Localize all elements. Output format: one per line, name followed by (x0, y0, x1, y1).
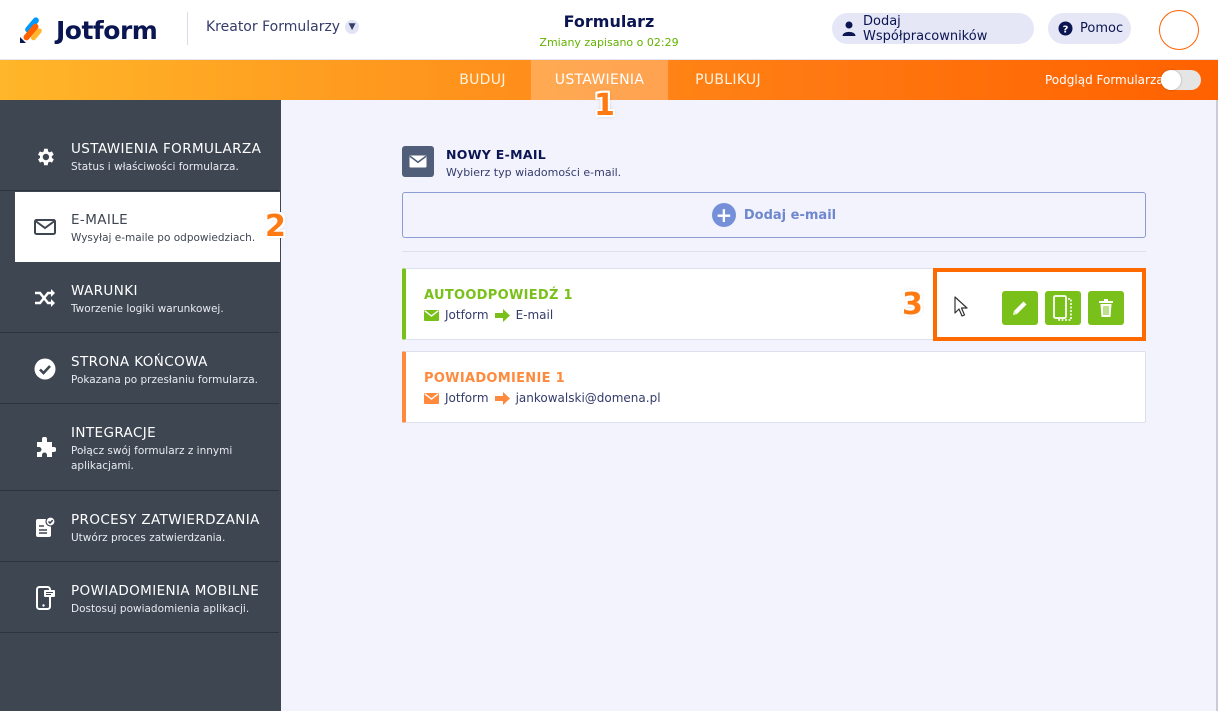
sidebar-item-integrations[interactable]: INTEGRACJE Połącz swój formularz z innym… (0, 405, 279, 491)
new-email-subtitle: Wybierz typ wiadomości e-mail. (446, 166, 622, 179)
chevron-down-icon: ▼ (345, 20, 360, 34)
mobile-notification-icon (33, 586, 57, 610)
sidebar-item-desc: Utwórz proces zatwierdzania. (71, 532, 226, 544)
sidebar-item-desc: Tworzenie logiki warunkowej. (71, 303, 224, 315)
help-button[interactable]: ? Pomoc (1048, 13, 1131, 44)
add-email-label: Dodaj e-mail (743, 207, 837, 223)
email-to: jankowalski@domena.pl (515, 391, 661, 405)
sidebar-item-form-settings[interactable]: USTAWIENIA FORMULARZA Status i właściwoś… (0, 121, 279, 191)
avatar[interactable] (1159, 10, 1199, 50)
step-marker-1: 1 (594, 88, 615, 123)
logo-text: Jotform (56, 15, 158, 45)
sidebar-item-mobile-notifications[interactable]: POWIADOMIENIA MOBILNE Dostosuj powiadomi… (0, 563, 279, 633)
email-card-title: AUTOODPOWIEDŹ 1 (424, 288, 573, 303)
form-title[interactable]: Formularz (459, 12, 759, 31)
pencil-icon (1013, 301, 1027, 315)
add-collaborators-button[interactable]: Dodaj Współpracowników (832, 13, 1034, 44)
shuffle-icon (33, 286, 57, 310)
add-email-button[interactable]: + Dodaj e-mail (402, 192, 1146, 238)
sidebar-item-conditions[interactable]: WARUNKI Tworzenie logiki warunkowej. (0, 263, 279, 333)
toggle-knob (1161, 70, 1181, 90)
sidebar-item-emails[interactable]: E-MAILE Wysyłaj e-maile po odpowiedziach… (15, 192, 280, 262)
user-icon (842, 21, 856, 36)
edit-email-button[interactable] (1002, 291, 1038, 325)
clone-icon (1053, 295, 1072, 321)
email-card-title: POWIADOMIENIE 1 (424, 371, 565, 386)
email-card-notification[interactable]: POWIADOMIENIE 1 Jotform jankowalski@dome… (402, 351, 1146, 423)
sidebar-item-title: PROCESY ZATWIERDZANIA (71, 512, 260, 528)
mouse-cursor-icon (954, 296, 968, 317)
email-route: Jotform E-mail (424, 308, 553, 322)
step-marker-2: 2 (265, 209, 286, 244)
form-preview-toggle[interactable] (1161, 70, 1201, 90)
jotform-logo[interactable]: Jotform (18, 13, 178, 47)
sidebar-item-title: STRONA KOŃCOWA (71, 354, 208, 370)
envelope-icon (424, 309, 439, 321)
form-preview-label: Podgląd Formularza (1045, 73, 1164, 87)
envelope-icon (424, 392, 439, 404)
top-bar: Jotform Kreator Formularzy ▼ Formularz Z… (0, 0, 1218, 60)
question-icon: ? (1058, 21, 1073, 36)
envelope-icon (402, 146, 434, 177)
jotform-logo-icon (20, 17, 42, 43)
email-to: E-mail (515, 308, 554, 322)
saved-status: Zmiany zapisano o 02:29 (539, 36, 679, 49)
header-divider (187, 12, 188, 45)
tab-build[interactable]: BUDUJ (440, 60, 525, 100)
plus-circle-icon: + (711, 203, 736, 227)
tab-publish[interactable]: PUBLIKUJ (676, 60, 780, 100)
builder-menu-dropdown[interactable]: Kreator Formularzy ▼ (206, 19, 360, 35)
email-from: Jotform (445, 308, 489, 322)
form-title-area: Formularz Zmiany zapisano o 02:29 (459, 12, 759, 49)
section-divider (402, 251, 1146, 252)
sidebar-item-desc: Połącz swój formularz z innymi aplikacja… (71, 445, 233, 472)
sidebar-item-title: USTAWIENIA FORMULARZA (71, 141, 262, 157)
sidebar-item-title: E-MAILE (71, 212, 129, 228)
email-from: Jotform (445, 391, 489, 405)
sidebar-item-desc: Wysyłaj e-maile po odpowiedziach. (71, 232, 256, 244)
sidebar-item-desc: Pokazana po przesłaniu formularza. (71, 374, 259, 386)
clone-email-button[interactable] (1045, 291, 1081, 325)
new-email-title: NOWY E-MAIL (446, 147, 547, 162)
approval-doc-icon (33, 515, 57, 539)
puzzle-icon (33, 436, 57, 460)
add-collaborators-label: Dodaj Współpracowników (863, 13, 988, 44)
sidebar-item-desc: Dostosuj powiadomienia aplikacji. (71, 603, 250, 615)
trash-icon (1099, 299, 1113, 317)
sidebar-item-thank-you-page[interactable]: STRONA KOŃCOWA Pokazana po przesłaniu fo… (0, 334, 279, 404)
arrow-right-icon (494, 308, 510, 322)
step-marker-3: 3 (902, 287, 923, 322)
svg-text:?: ? (1063, 24, 1069, 35)
arrow-right-icon (494, 391, 510, 405)
check-circle-icon (33, 357, 57, 381)
sidebar-item-title: INTEGRACJE (71, 425, 157, 441)
sidebar-item-title: WARUNKI (71, 283, 138, 299)
sidebar-item-approval-flows[interactable]: PROCESY ZATWIERDZANIA Utwórz proces zatw… (0, 492, 279, 562)
sidebar-item-desc: Status i właściwości formularza. (71, 161, 239, 173)
sidebar-item-title: POWIADOMIENIA MOBILNE (71, 583, 260, 599)
help-label: Pomoc (1080, 21, 1124, 36)
delete-email-button[interactable] (1088, 291, 1124, 325)
email-route: Jotform jankowalski@domena.pl (424, 391, 661, 405)
gear-icon (33, 145, 57, 169)
builder-menu-label: Kreator Formularzy (206, 19, 341, 35)
envelope-icon (33, 215, 57, 239)
